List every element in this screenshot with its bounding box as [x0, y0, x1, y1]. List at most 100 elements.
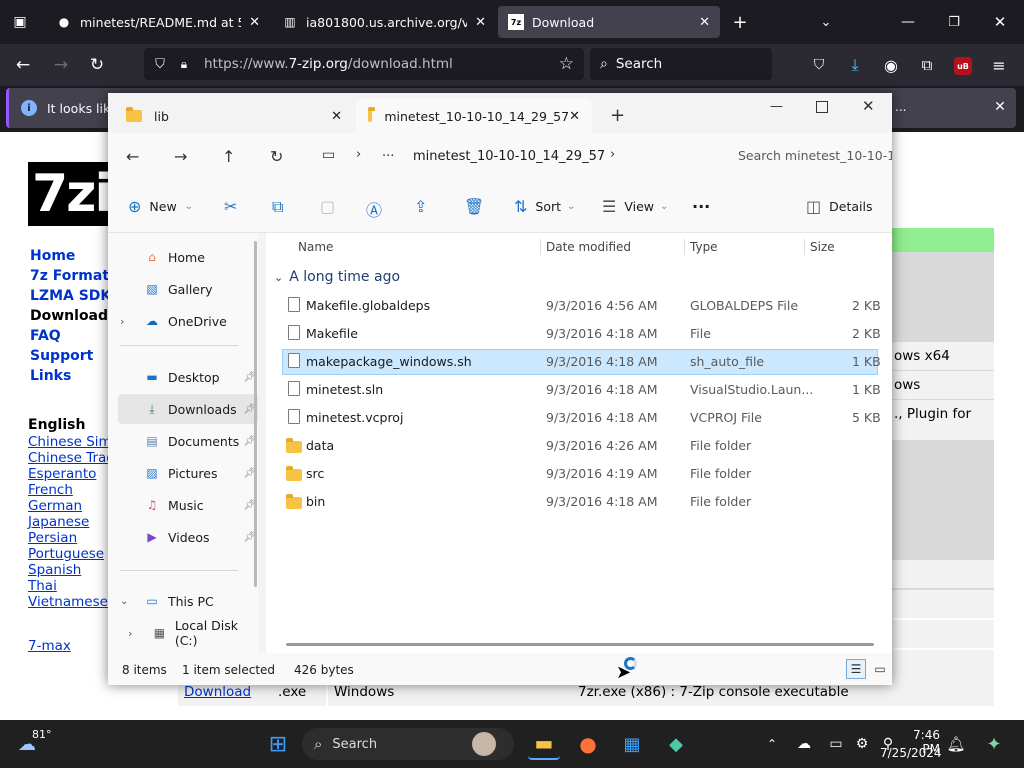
nav-7z-format-link[interactable]: 7z Format — [30, 268, 109, 284]
pocket-icon[interactable]: ⛉ — [808, 54, 830, 76]
lang-link[interactable]: Esperanto — [28, 466, 96, 482]
chevron-right-icon[interactable]: › — [610, 147, 615, 162]
file-row[interactable]: minetest.sln 9/3/2016 4:18 AM VisualStudio… — [282, 377, 881, 403]
nav-onedrive[interactable]: › ☁ OneDrive — [118, 306, 258, 336]
lang-link[interactable]: Chinese Trad — [28, 450, 115, 466]
file-row[interactable]: minetest.vcproj 9/3/2016 4:18 AM VCPROJ Fi… — [282, 405, 881, 431]
account-icon[interactable]: ◉ — [880, 54, 902, 76]
browser-search-box[interactable]: ⌕ Search — [590, 48, 772, 80]
file-explorer-taskbar-icon[interactable]: ▬ — [528, 728, 560, 760]
share-button[interactable]: ⇪ — [414, 197, 427, 216]
lang-link[interactable]: Chinese Simp — [28, 434, 120, 450]
column-date-modified[interactable]: Date modified — [546, 233, 631, 261]
close-icon[interactable]: ✕ — [569, 109, 580, 124]
details-button[interactable]: ◫ Details — [806, 197, 872, 216]
more-options-button[interactable]: ... — [692, 193, 710, 212]
lang-link[interactable]: Spanish — [28, 562, 81, 578]
forward-icon[interactable]: → — [174, 147, 187, 166]
file-row[interactable]: Makefile.globaldeps 9/3/2016 4:56 AM GLOBA… — [282, 293, 881, 319]
lang-link[interactable]: German — [28, 498, 82, 514]
close-icon[interactable]: ✕ — [699, 15, 710, 30]
breadcrumb-more-button[interactable]: ... — [382, 145, 394, 160]
explorer-search-box[interactable]: Search minetest_10-10-1 — [724, 139, 892, 173]
group-header[interactable]: ⌄ A long time ago — [274, 269, 400, 285]
back-icon[interactable]: ← — [12, 54, 34, 76]
clock-date[interactable]: 7/25/2024 — [880, 746, 942, 760]
chevron-right-icon[interactable]: › — [128, 627, 132, 640]
firefox-taskbar-icon[interactable]: ● — [572, 728, 604, 760]
lang-link[interactable]: Portuguese — [28, 546, 104, 562]
chevron-down-icon[interactable]: ⌄ — [120, 596, 128, 607]
window-close-icon[interactable]: ✕ — [862, 97, 875, 115]
network-off-icon[interactable]: ☁ — [788, 728, 820, 760]
delete-button[interactable]: 🗑︎ — [464, 197, 484, 216]
nav-downloads[interactable]: ⤓ Downloads 📌︎ — [118, 394, 258, 424]
downloads-icon[interactable]: ⤓ — [844, 54, 866, 76]
nav-gallery[interactable]: ▧ Gallery — [118, 274, 258, 304]
window-close-icon[interactable]: ✕ — [990, 12, 1010, 32]
close-icon[interactable]: ✕ — [475, 15, 486, 30]
nav-links-link[interactable]: Links — [30, 368, 71, 384]
new-tab-icon[interactable]: + — [730, 12, 750, 33]
column-size[interactable]: Size — [810, 233, 835, 261]
ublock-icon[interactable]: uB — [954, 57, 972, 75]
lang-link[interactable]: Thai — [28, 578, 57, 594]
folder-row[interactable]: bin 9/3/2016 4:18 AM File folder — [282, 489, 878, 515]
copilot-icon[interactable]: ✦ — [978, 728, 1010, 760]
7-max-link[interactable]: 7-max — [28, 638, 71, 654]
copy-button[interactable]: ⧉ — [272, 197, 283, 217]
menu-icon[interactable]: ≡ — [988, 54, 1010, 76]
browser-tab-1[interactable]: ● minetest/README.md at 5.6.1 ✕ — [46, 6, 270, 38]
nav-scrollbar[interactable] — [254, 241, 257, 587]
tiles-view-icon[interactable]: ▭ — [870, 659, 890, 679]
view-button[interactable]: ☰ View ⌄ — [602, 197, 668, 216]
shield-icon[interactable]: ⛉ — [150, 57, 170, 72]
nav-music[interactable]: ♫ Music 📌︎ — [118, 490, 258, 520]
column-type[interactable]: Type — [690, 233, 718, 261]
nav-support-link[interactable]: Support — [30, 348, 93, 364]
explorer-tab-lib[interactable]: lib ✕ — [114, 99, 354, 133]
maximize-icon[interactable] — [816, 101, 828, 113]
chevron-down-icon[interactable]: ⌄ — [816, 12, 836, 32]
url-bar[interactable]: ⛉ 🔒︎ https://www. 7-zip.org/download.html… — [144, 48, 584, 80]
chevron-right-icon[interactable]: › — [120, 315, 124, 328]
notification-bell-icon[interactable]: 🔔︎ — [940, 728, 972, 760]
folder-row[interactable]: src 9/3/2016 4:19 AM File folder — [282, 461, 878, 487]
cut-button[interactable]: ✂ — [224, 197, 237, 216]
close-icon[interactable]: ✕ — [331, 109, 342, 124]
new-button[interactable]: ⊕ New ⌄ — [128, 197, 193, 216]
forward-icon[interactable]: → — [50, 54, 72, 76]
notification-more-button[interactable]: ... — [895, 100, 906, 114]
lock-icon[interactable]: 🔒︎ — [174, 57, 194, 72]
paste-button[interactable]: ▢ — [320, 197, 335, 216]
nav-pictures[interactable]: ▨ Pictures 📌︎ — [118, 458, 258, 488]
app-taskbar-icon[interactable]: ◆ — [660, 728, 692, 760]
nav-videos[interactable]: ▶ Videos 📌︎ — [118, 522, 258, 552]
reload-icon[interactable]: ↻ — [86, 54, 108, 76]
tab-overview-icon[interactable]: ▣ — [10, 12, 30, 32]
file-row-selected[interactable]: makepackage_windows.sh 9/3/2016 4:18 AM sh… — [282, 349, 881, 375]
nav-this-pc[interactable]: ⌄ ▭ This PC — [118, 586, 258, 616]
lang-link[interactable]: Persian — [28, 530, 77, 546]
close-icon[interactable]: ✕ — [991, 98, 1009, 116]
close-icon[interactable]: ✕ — [249, 15, 260, 30]
browser-tab-3[interactable]: 7z Download ✕ — [498, 6, 720, 38]
folder-row[interactable]: data 9/3/2016 4:26 AM File folder — [282, 433, 878, 459]
sort-button[interactable]: ⇅ Sort ⌄ — [514, 197, 575, 216]
horizontal-scrollbar[interactable] — [286, 643, 874, 646]
minimize-icon[interactable]: — — [898, 12, 918, 32]
windows-start-icon[interactable]: ⊞ — [262, 728, 294, 760]
nav-home-link[interactable]: Home — [30, 248, 75, 264]
file-row[interactable]: Makefile 9/3/2016 4:18 AM File 2 KB — [282, 321, 881, 347]
nav-documents[interactable]: ▤ Documents 📌︎ — [118, 426, 258, 456]
restore-icon[interactable]: ❐ — [944, 12, 964, 32]
bookmark-star-icon[interactable]: ☆ — [559, 54, 574, 74]
minimize-icon[interactable]: — — [770, 99, 783, 114]
new-tab-icon[interactable]: + — [610, 105, 625, 126]
breadcrumb[interactable]: minetest_10-10-10_14_29_57 — [413, 149, 605, 164]
computer-icon[interactable]: ▭ — [322, 147, 335, 163]
lang-link[interactable]: Vietnamese — [28, 594, 108, 610]
browser-tab-2[interactable]: ▥ ia801800.us.archive.org/view_ar ✕ — [272, 6, 496, 38]
column-name[interactable]: Name — [298, 233, 333, 261]
nav-lzma-sdk-link[interactable]: LZMA SDK — [30, 288, 111, 304]
